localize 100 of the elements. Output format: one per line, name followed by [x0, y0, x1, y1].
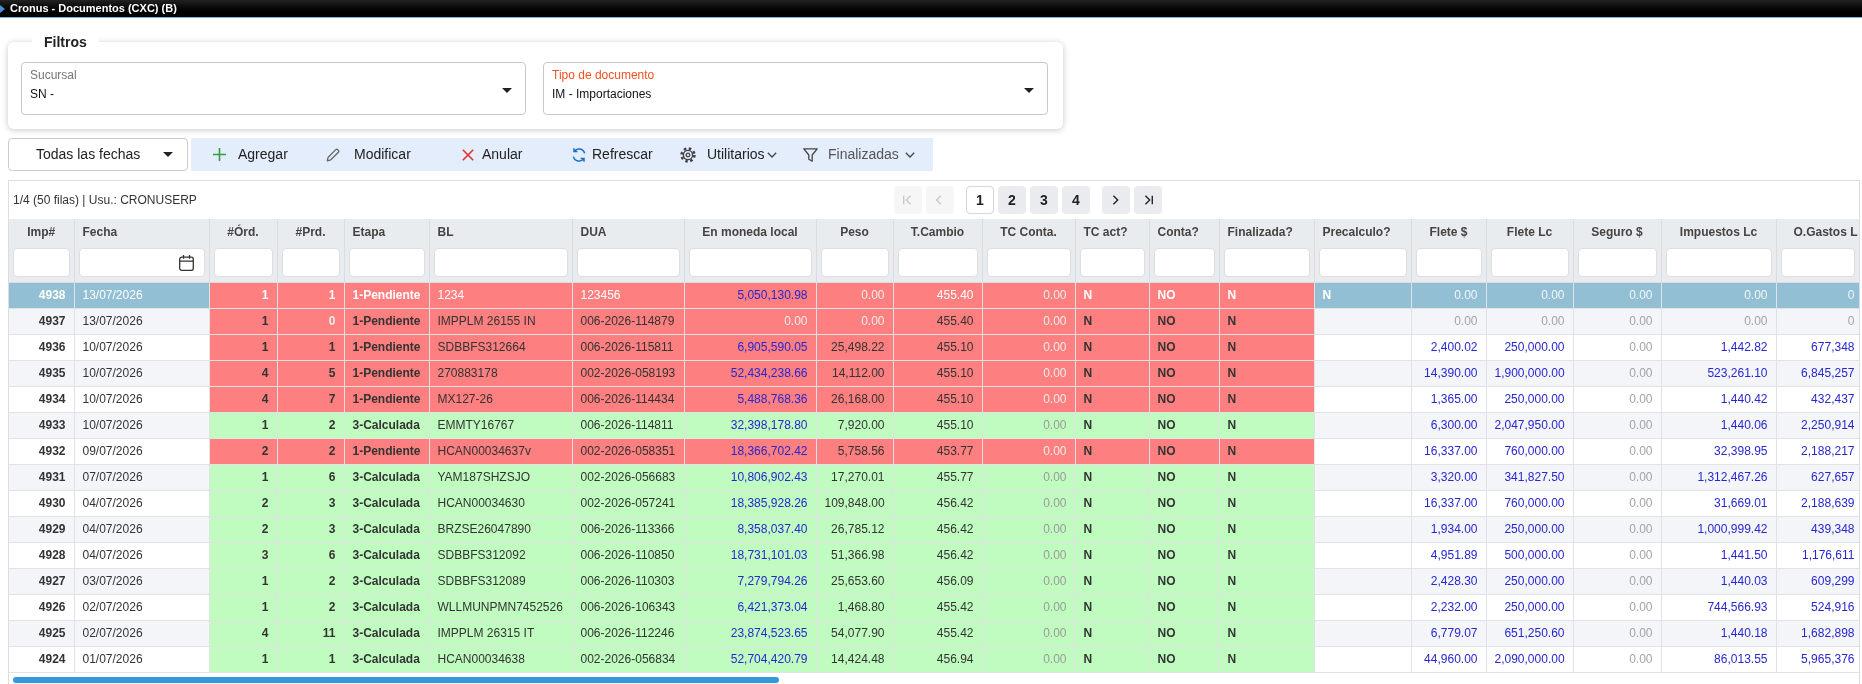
table-cell: 1234 [429, 282, 572, 308]
table-cell: 0.00 [1573, 594, 1661, 620]
table-cell: 500,000.00 [1486, 542, 1573, 568]
filter-field[interactable] [1577, 248, 1657, 278]
page-button[interactable]: 4 [1062, 186, 1090, 214]
table-row[interactable]: 4924 01/07/2026 1 1 3-Calculada HCAN00034638 002-2026-056834 52,704,420.79 14,424.48 456.94 0.00 N NO N 44,960.00 2,090,000.00 0.00 86,013.55 5,965,376 [9, 646, 1859, 672]
toolbar-button[interactable]: Modificar [306, 138, 442, 171]
table-row[interactable]: 4933 10/07/2026 1 2 3-Calculada EMMTY16767 006-2026-114811 32,398,178.80 7,920.00 455.10 0.00 N NO N 6,300.00 2,047,950.00 0.00 1,440.06 2,250,914 [9, 412, 1859, 438]
table-row[interactable]: 4932 09/07/2026 2 2 1-Pendiente HCAN00034637v 002-2026-058351 18,366,702.42 5,758.56 453.77 0.00 N NO N 16,337.00 760,000.00 0.00 32,398.95 2,188,217 [9, 438, 1859, 464]
table-cell: 0.00 [1661, 308, 1776, 334]
table-cell: 002-2026-056834 [572, 646, 684, 672]
table-cell: 250,000.00 [1486, 594, 1573, 620]
column-header: T.Cambio [893, 219, 982, 244]
table-cell: 0.00 [1573, 542, 1661, 568]
toolbar-button[interactable]: Utilitarios [660, 138, 783, 171]
table-cell: 1,900,000.00 [1486, 360, 1573, 386]
table-row[interactable]: 4926 02/07/2026 1 2 3-Calculada WLLMUNPMN7452526 006-2026-106343 6,421,373.04 1,468.80 455.42 0.00 N NO N 2,232.00 250,000.00 0.00 744,566.93 524,916 [9, 594, 1859, 620]
column-header: Etapa [344, 219, 429, 244]
table-row[interactable]: 4928 04/07/2026 3 6 3-Calculada SDBBFS312092 006-2026-110850 18,731,101.03 51,366.98 456.42 0.00 N NO N 4,951.89 500,000.00 0.00 1,441.50 1,176,611 [9, 542, 1859, 568]
page-button[interactable]: 1 [966, 186, 994, 214]
table-cell: 006-2026-114811 [572, 412, 684, 438]
table-cell: 1 [209, 412, 277, 438]
filter-field[interactable] [1223, 248, 1310, 278]
caret-down-icon [1024, 88, 1034, 93]
table-cell: 0.00 [982, 542, 1075, 568]
table-row[interactable]: 4929 04/07/2026 2 3 3-Calculada BRZSE26047890 006-2026-113366 8,358,037.40 26,785.12 456.42 0.00 N NO N 1,934.00 250,000.00 0.00 1,000,999.42 439,348 [9, 516, 1859, 542]
table-cell: 455.77 [893, 464, 982, 490]
table-cell: 456.42 [893, 516, 982, 542]
table-cell: 0.00 [1573, 386, 1661, 412]
table-row[interactable]: 4936 10/07/2026 1 1 1-Pendiente SDBBFS312664 006-2026-115811 6,905,590.05 25,498.22 455.10 0.00 N NO N 2,400.02 250,000.00 0.00 1,442.82 677,348 [9, 334, 1859, 360]
page-button[interactable]: 3 [1030, 186, 1058, 214]
filter-field[interactable] [1415, 248, 1482, 278]
table-row[interactable]: 4935 10/07/2026 4 5 1-Pendiente 270883178 002-2026-058193 52,434,238.66 14,112.00 455.10 0.00 N NO N 14,390.00 1,900,000.00 0.00 523,261.10 6,845,257 [9, 360, 1859, 386]
table-cell: 006-2026-115811 [572, 334, 684, 360]
filter-field[interactable] [13, 248, 70, 278]
table-cell: 4935 [9, 360, 74, 386]
date-range-dropdown[interactable]: Todas las fechas [8, 138, 188, 171]
table-cell: 2 [209, 490, 277, 516]
table-cell: 1 [209, 646, 277, 672]
filter-field[interactable] [1318, 248, 1407, 278]
table-cell: SDBBFS312089 [429, 568, 572, 594]
table-row[interactable]: 4938 13/07/2026 1 1 1-Pendiente 1234 123456 5,050,130.98 0.00 455.40 0.00 N NO N N 0.00 0.00 0.00 0.00 0 [9, 282, 1859, 308]
filter-field[interactable] [1490, 248, 1569, 278]
date-filter-field[interactable] [78, 248, 205, 278]
filter-field[interactable] [1780, 248, 1855, 278]
table-cell: 2,250,914 [1776, 412, 1859, 438]
filter-field[interactable] [281, 248, 340, 278]
table-cell: 002-2026-056683 [572, 464, 684, 490]
filter-field[interactable] [433, 248, 568, 278]
table-cell: HCAN00034637v [429, 438, 572, 464]
filter-field[interactable] [1079, 248, 1145, 278]
last-page-icon [1142, 193, 1154, 207]
filter-field[interactable] [688, 248, 812, 278]
table-cell: BRZSE26047890 [429, 516, 572, 542]
table-row[interactable]: 4930 04/07/2026 2 3 3-Calculada HCAN00034630 002-2026-057241 18,385,928.26 109,848.00 456.42 0.00 N NO N 16,337.00 760,000.00 0.00 31,669.01 2,188,639 [9, 490, 1859, 516]
toolbar-button[interactable]: Refrescar [551, 138, 660, 171]
table-cell: 4925 [9, 620, 74, 646]
table-cell: 18,366,702.42 [684, 438, 816, 464]
filter-field[interactable] [820, 248, 889, 278]
chevron-down-icon [766, 151, 777, 158]
dropdown-field[interactable]: Sucursal SN - [21, 62, 526, 115]
column-header: Flete Lc [1486, 219, 1573, 244]
table-row[interactable]: 4937 13/07/2026 1 0 1-Pendiente IMPPLM 26155 IN 006-2026-114879 0.00 0.00 455.40 0.00 N NO N 0.00 0.00 0.00 0.00 0 [9, 308, 1859, 334]
table-cell: 0.00 [982, 360, 1075, 386]
page-button[interactable]: 2 [998, 186, 1026, 214]
toolbar-button[interactable]: Agregar [193, 138, 306, 171]
table-row[interactable]: 4934 10/07/2026 4 7 1-Pendiente MX127-26 006-2026-114434 5,488,768.36 26,168.00 455.10 0.00 N NO N 1,365.00 250,000.00 0.00 1,440.42 432,437 [9, 386, 1859, 412]
filter-field[interactable] [348, 248, 425, 278]
table-cell: 07/07/2026 [74, 464, 209, 490]
table-cell: 1,440.18 [1661, 620, 1776, 646]
table-cell: N [1075, 542, 1149, 568]
table-cell: 10/07/2026 [74, 334, 209, 360]
table-cell: 0.00 [982, 620, 1075, 646]
filter-field[interactable] [897, 248, 978, 278]
table-cell: 0.00 [982, 594, 1075, 620]
table-row[interactable]: 4925 02/07/2026 4 11 3-Calculada IMPPLM 26315 IT 006-2026-112246 23,874,523.65 54,077.90 455.42 0.00 N NO N 6,779.07 651,250.60 0.00 1,440.18 1,682,898 [9, 620, 1859, 646]
table-cell: 09/07/2026 [74, 438, 209, 464]
filter-field[interactable] [1153, 248, 1215, 278]
toolbar-button[interactable]: Anular [442, 138, 551, 171]
table-cell: N [1075, 490, 1149, 516]
dropdown-field[interactable]: Tipo de documento IM - Importaciones [543, 62, 1048, 115]
table-cell: 1,365.00 [1411, 386, 1486, 412]
table-cell: 0.00 [1573, 360, 1661, 386]
filter-field[interactable] [986, 248, 1071, 278]
table-row[interactable]: 4927 03/07/2026 1 2 3-Calculada SDBBFS312089 006-2026-110303 7,279,794.26 25,653.60 456.09 0.00 N NO N 2,428.30 250,000.00 0.00 1,440.03 609,299 [9, 568, 1859, 594]
table-cell: 1-Pendiente [344, 282, 429, 308]
toolbar-button[interactable]: Finalizadas [783, 138, 933, 171]
filter-field[interactable] [576, 248, 680, 278]
table-cell: 6,779.07 [1411, 620, 1486, 646]
table-cell: 455.10 [893, 360, 982, 386]
filter-field[interactable] [213, 248, 273, 278]
table-cell: 51,366.98 [816, 542, 893, 568]
last-page-button[interactable] [1134, 186, 1162, 214]
table-row[interactable]: 4931 07/07/2026 1 6 3-Calculada YAM187SHZSJO 002-2026-056683 10,806,902.43 17,270.01 455.77 0.00 N NO N 3,320.00 341,827.50 0.00 1,312,467.26 627,657 [9, 464, 1859, 490]
table-cell: 1,312,467.26 [1661, 464, 1776, 490]
horizontal-scrollbar[interactable] [13, 676, 779, 683]
table-cell: IMPPLM 26315 IT [429, 620, 572, 646]
filter-field[interactable] [1665, 248, 1772, 278]
column-header: BL [429, 219, 572, 244]
table-cell: 456.09 [893, 568, 982, 594]
